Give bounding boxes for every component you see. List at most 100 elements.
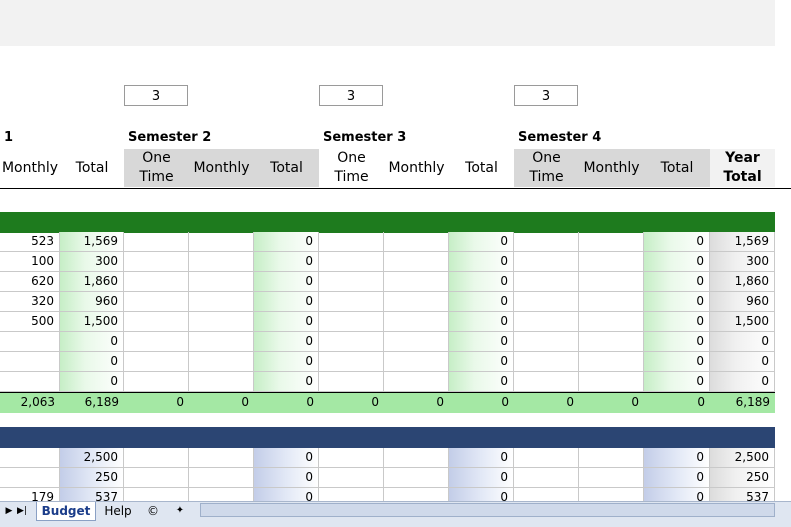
semester-3-months-input[interactable]: 3 bbox=[319, 85, 383, 106]
table-cell[interactable] bbox=[189, 468, 254, 488]
table-cell[interactable] bbox=[579, 272, 644, 292]
table-cell[interactable] bbox=[0, 372, 60, 392]
table-cell[interactable]: 0 bbox=[644, 232, 710, 252]
table-cell[interactable]: 960 bbox=[710, 292, 775, 312]
table-cell[interactable]: 0 bbox=[449, 312, 514, 332]
table-cell[interactable]: 0 bbox=[449, 292, 514, 312]
table-cell[interactable] bbox=[124, 352, 189, 372]
table-cell[interactable]: 2,500 bbox=[710, 448, 775, 468]
table-cell[interactable] bbox=[124, 232, 189, 252]
table-cell[interactable]: 0 bbox=[449, 232, 514, 252]
table-cell[interactable] bbox=[579, 252, 644, 272]
table-cell[interactable]: 0 bbox=[254, 252, 319, 272]
table-cell[interactable]: 320 bbox=[0, 292, 60, 312]
table-cell[interactable] bbox=[0, 332, 60, 352]
table-cell[interactable] bbox=[319, 372, 384, 392]
table-cell[interactable] bbox=[514, 292, 579, 312]
table-cell[interactable]: 1,500 bbox=[60, 312, 124, 332]
table-cell[interactable] bbox=[319, 292, 384, 312]
table-cell[interactable]: 0 bbox=[449, 252, 514, 272]
table-cell[interactable]: 523 bbox=[0, 232, 60, 252]
sheet-tab-budget[interactable]: Budget bbox=[36, 502, 96, 521]
table-cell[interactable]: 0 bbox=[254, 232, 319, 252]
table-cell[interactable]: 620 bbox=[0, 272, 60, 292]
table-cell[interactable] bbox=[319, 332, 384, 352]
table-cell[interactable] bbox=[579, 372, 644, 392]
table-cell[interactable] bbox=[319, 312, 384, 332]
table-cell[interactable] bbox=[514, 332, 579, 352]
table-cell[interactable]: 2,500 bbox=[60, 448, 124, 468]
table-cell[interactable]: 0 bbox=[710, 352, 775, 372]
table-cell[interactable] bbox=[579, 468, 644, 488]
table-cell[interactable] bbox=[319, 448, 384, 468]
table-cell[interactable] bbox=[189, 232, 254, 252]
table-cell[interactable]: 0 bbox=[449, 372, 514, 392]
table-cell[interactable]: 1,860 bbox=[60, 272, 124, 292]
table-cell[interactable] bbox=[384, 352, 449, 372]
table-cell[interactable] bbox=[384, 312, 449, 332]
table-cell[interactable] bbox=[189, 312, 254, 332]
table-cell[interactable] bbox=[384, 468, 449, 488]
table-cell[interactable]: 0 bbox=[449, 468, 514, 488]
table-cell[interactable] bbox=[514, 312, 579, 332]
semester-2-months-input[interactable]: 3 bbox=[124, 85, 188, 106]
table-cell[interactable]: 0 bbox=[254, 312, 319, 332]
table-cell[interactable] bbox=[384, 372, 449, 392]
table-cell[interactable] bbox=[189, 332, 254, 352]
table-cell[interactable] bbox=[579, 332, 644, 352]
table-cell[interactable] bbox=[579, 352, 644, 372]
table-cell[interactable]: 0 bbox=[710, 332, 775, 352]
table-cell[interactable]: 0 bbox=[644, 468, 710, 488]
table-cell[interactable]: 0 bbox=[449, 448, 514, 468]
table-cell[interactable]: 1,569 bbox=[60, 232, 124, 252]
table-cell[interactable] bbox=[189, 448, 254, 468]
table-cell[interactable] bbox=[579, 232, 644, 252]
table-cell[interactable] bbox=[579, 292, 644, 312]
table-cell[interactable] bbox=[319, 252, 384, 272]
table-cell[interactable]: 0 bbox=[254, 352, 319, 372]
table-cell[interactable]: 500 bbox=[0, 312, 60, 332]
table-cell[interactable]: 0 bbox=[710, 372, 775, 392]
table-cell[interactable] bbox=[384, 292, 449, 312]
table-cell[interactable]: 0 bbox=[254, 272, 319, 292]
table-cell[interactable]: 0 bbox=[60, 372, 124, 392]
table-cell[interactable]: 100 bbox=[0, 252, 60, 272]
table-cell[interactable] bbox=[579, 448, 644, 468]
table-cell[interactable] bbox=[384, 232, 449, 252]
table-cell[interactable]: 0 bbox=[644, 352, 710, 372]
table-cell[interactable] bbox=[189, 352, 254, 372]
table-cell[interactable] bbox=[0, 352, 60, 372]
table-cell[interactable] bbox=[384, 332, 449, 352]
horizontal-scrollbar[interactable] bbox=[200, 503, 775, 517]
table-cell[interactable] bbox=[579, 312, 644, 332]
table-cell[interactable]: 0 bbox=[254, 292, 319, 312]
table-cell[interactable]: 0 bbox=[644, 372, 710, 392]
sheet-tab-copyright[interactable]: © bbox=[142, 502, 164, 520]
table-cell[interactable] bbox=[0, 468, 60, 488]
table-cell[interactable]: 0 bbox=[644, 272, 710, 292]
table-cell[interactable] bbox=[384, 272, 449, 292]
table-cell[interactable] bbox=[189, 292, 254, 312]
table-cell[interactable]: 960 bbox=[60, 292, 124, 312]
table-cell[interactable] bbox=[319, 468, 384, 488]
table-cell[interactable] bbox=[514, 352, 579, 372]
table-cell[interactable] bbox=[189, 252, 254, 272]
table-cell[interactable]: 1,500 bbox=[710, 312, 775, 332]
first-sheet-icon[interactable]: ▶ bbox=[4, 502, 14, 520]
table-cell[interactable] bbox=[0, 448, 60, 468]
table-cell[interactable]: 0 bbox=[254, 468, 319, 488]
table-cell[interactable]: 0 bbox=[254, 448, 319, 468]
table-cell[interactable] bbox=[514, 448, 579, 468]
table-cell[interactable]: 0 bbox=[254, 372, 319, 392]
table-cell[interactable] bbox=[124, 252, 189, 272]
table-cell[interactable] bbox=[124, 448, 189, 468]
table-cell[interactable]: 0 bbox=[60, 332, 124, 352]
table-cell[interactable] bbox=[514, 232, 579, 252]
table-cell[interactable]: 0 bbox=[644, 332, 710, 352]
insert-sheet-icon[interactable]: ✦ bbox=[168, 502, 192, 520]
table-cell[interactable] bbox=[514, 272, 579, 292]
table-cell[interactable] bbox=[124, 312, 189, 332]
table-cell[interactable] bbox=[124, 372, 189, 392]
table-cell[interactable]: 0 bbox=[644, 292, 710, 312]
table-cell[interactable]: 250 bbox=[710, 468, 775, 488]
